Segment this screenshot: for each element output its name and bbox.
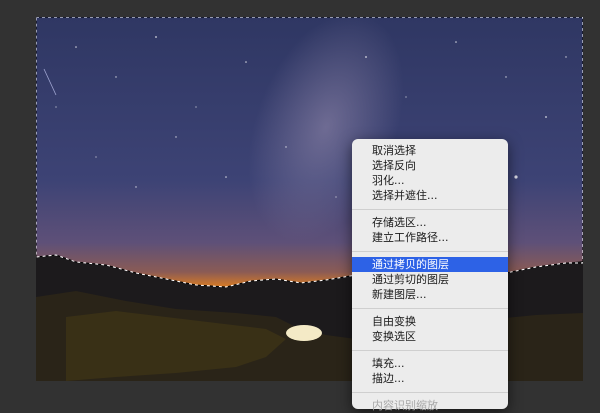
menu-separator <box>352 350 508 351</box>
menu-item-stroke[interactable]: 描边... <box>352 371 508 386</box>
menu-item-feather[interactable]: 羽化... <box>352 173 508 188</box>
context-menu: 取消选择 选择反向 羽化... 选择并遮住... 存储选区... 建立工作路径.… <box>352 139 508 412</box>
menu-separator <box>352 251 508 252</box>
menu-item-layer-via-copy[interactable]: 通过拷贝的图层 <box>352 257 508 272</box>
menu-item-deselect[interactable]: 取消选择 <box>352 143 508 158</box>
menu-item-content-aware-scale[interactable]: 内容识别缩放 <box>352 398 508 413</box>
menu-item-select-inverse[interactable]: 选择反向 <box>352 158 508 173</box>
menu-item-select-and-mask[interactable]: 选择并遮住... <box>352 188 508 203</box>
menu-item-layer-via-cut[interactable]: 通过剪切的图层 <box>352 272 508 287</box>
menu-item-new-layer[interactable]: 新建图层... <box>352 287 508 302</box>
menu-item-free-transform[interactable]: 自由变换 <box>352 314 508 329</box>
menu-separator <box>352 209 508 210</box>
menu-item-make-work-path[interactable]: 建立工作路径... <box>352 230 508 245</box>
menu-separator <box>352 308 508 309</box>
menu-item-transform-selection[interactable]: 变换选区 <box>352 329 508 344</box>
menu-item-fill[interactable]: 填充... <box>352 356 508 371</box>
photoshop-canvas-area[interactable]: 取消选择 选择反向 羽化... 选择并遮住... 存储选区... 建立工作路径.… <box>0 0 600 412</box>
menu-item-save-selection[interactable]: 存储选区... <box>352 215 508 230</box>
menu-separator <box>352 392 508 393</box>
